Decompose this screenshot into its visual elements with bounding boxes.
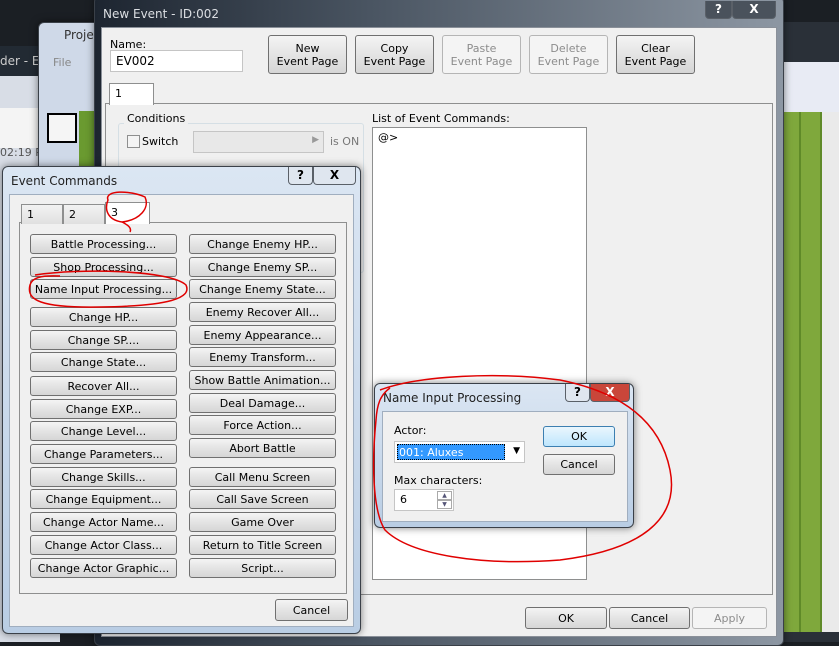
event-commands-dialog: Event Commands ? X 1 2 3 Battle Processi… — [2, 166, 361, 634]
actor-select[interactable]: 001: Aluxes ▼ — [394, 441, 525, 463]
apply-button[interactable]: Apply — [692, 607, 767, 629]
new-event-page-button[interactable]: New Event Page — [268, 35, 347, 74]
command-button[interactable]: Change Enemy SP... — [189, 257, 336, 277]
menu-file[interactable]: File — [53, 56, 71, 69]
cancel-button[interactable]: Cancel — [543, 454, 615, 475]
command-button[interactable]: Shop Processing... — [30, 257, 177, 277]
map-tiles — [780, 112, 822, 632]
command-button[interactable]: Battle Processing... — [30, 234, 177, 254]
tab-2[interactable]: 2 — [63, 204, 105, 224]
command-button[interactable]: Recover All... — [30, 376, 177, 396]
chevron-down-icon: ▼ — [513, 446, 520, 456]
command-button[interactable]: Change Equipment... — [30, 489, 177, 509]
command-button[interactable]: Deal Damage... — [189, 393, 336, 413]
command-button[interactable]: Change Actor Name... — [30, 512, 177, 532]
command-button[interactable]: Change EXP... — [30, 399, 177, 419]
list-label: List of Event Commands: — [372, 112, 510, 125]
command-button[interactable]: Change Level... — [30, 421, 177, 441]
command-button[interactable]: Change SP.... — [30, 330, 177, 350]
command-button[interactable]: Change Enemy HP... — [189, 234, 336, 254]
command-button[interactable]: Change HP... — [30, 307, 177, 327]
spin-down-icon[interactable]: ▼ — [437, 500, 452, 509]
command-button[interactable]: Change State... — [30, 352, 177, 372]
clear-event-page-button[interactable]: Clear Event Page — [616, 35, 695, 74]
switch-select[interactable]: ▶ — [193, 131, 324, 153]
help-button[interactable]: ? — [565, 384, 590, 402]
command-button[interactable]: Abort Battle — [189, 438, 336, 458]
tab-page-1[interactable]: 1 — [109, 83, 154, 105]
close-button[interactable]: X — [313, 167, 356, 185]
name-input-dialog: Name Input Processing ? X Actor: 001: Al… — [374, 383, 634, 528]
tab-1[interactable]: 1 — [21, 204, 63, 224]
command-button[interactable]: Enemy Recover All... — [189, 302, 336, 322]
cancel-button[interactable]: Cancel — [275, 599, 348, 621]
dialog-title: Name Input Processing — [383, 391, 522, 405]
command-button[interactable]: Force Action... — [189, 415, 336, 435]
switch-label: Switch — [142, 135, 179, 148]
map-window — [775, 22, 839, 642]
window-title: New Event - ID:002 — [103, 7, 220, 21]
command-button[interactable]: Game Over — [189, 512, 336, 532]
command-button[interactable]: Enemy Appearance... — [189, 325, 336, 345]
map-scrollbar[interactable] — [822, 112, 839, 632]
max-characters-label: Max characters: — [394, 474, 483, 487]
command-button[interactable]: Change Parameters... — [30, 444, 177, 464]
max-characters-value: 6 — [400, 493, 407, 506]
paste-event-page-button[interactable]: Paste Event Page — [442, 35, 521, 74]
command-button[interactable]: Name Input Processing... — [30, 279, 177, 299]
help-button[interactable]: ? — [705, 1, 732, 19]
tab-3[interactable]: 3 — [105, 202, 150, 224]
actor-selected-value: 001: Aluxes — [397, 444, 505, 460]
command-button[interactable]: Change Actor Graphic... — [30, 558, 177, 578]
list-item[interactable]: @> — [378, 131, 581, 144]
command-button[interactable]: Change Enemy State... — [189, 279, 336, 299]
arrow-right-icon: ▶ — [312, 135, 319, 145]
ok-button[interactable]: OK — [525, 607, 607, 629]
close-button[interactable]: X — [732, 1, 776, 19]
command-button[interactable]: Enemy Transform... — [189, 347, 336, 367]
command-button[interactable]: Script... — [189, 558, 336, 578]
command-button[interactable]: Change Skills... — [30, 467, 177, 487]
close-button[interactable]: X — [590, 384, 630, 402]
command-button[interactable]: Call Save Screen — [189, 489, 336, 509]
dialog-title: Event Commands — [11, 174, 118, 188]
ok-button[interactable]: OK — [543, 426, 615, 447]
command-button[interactable]: Return to Title Screen — [189, 535, 336, 555]
name-input[interactable]: EV002 — [110, 50, 243, 72]
switch-checkbox[interactable] — [127, 135, 140, 148]
delete-event-page-button[interactable]: Delete Event Page — [529, 35, 608, 74]
switch-suffix: is ON — [330, 135, 360, 148]
command-button[interactable]: Call Menu Screen — [189, 467, 336, 487]
actor-label: Actor: — [394, 424, 427, 437]
command-button[interactable]: Show Battle Animation... — [189, 370, 336, 390]
copy-event-page-button[interactable]: Copy Event Page — [355, 35, 434, 74]
spin-up-icon[interactable]: ▲ — [437, 491, 452, 500]
max-characters-spinner[interactable]: 6 ▲ ▼ — [394, 489, 454, 511]
command-button[interactable]: Change Actor Class... — [30, 535, 177, 555]
help-button[interactable]: ? — [288, 167, 313, 185]
cancel-button[interactable]: Cancel — [609, 607, 690, 629]
conditions-label: Conditions — [124, 112, 189, 125]
background-time: 02:19 P — [0, 146, 42, 159]
